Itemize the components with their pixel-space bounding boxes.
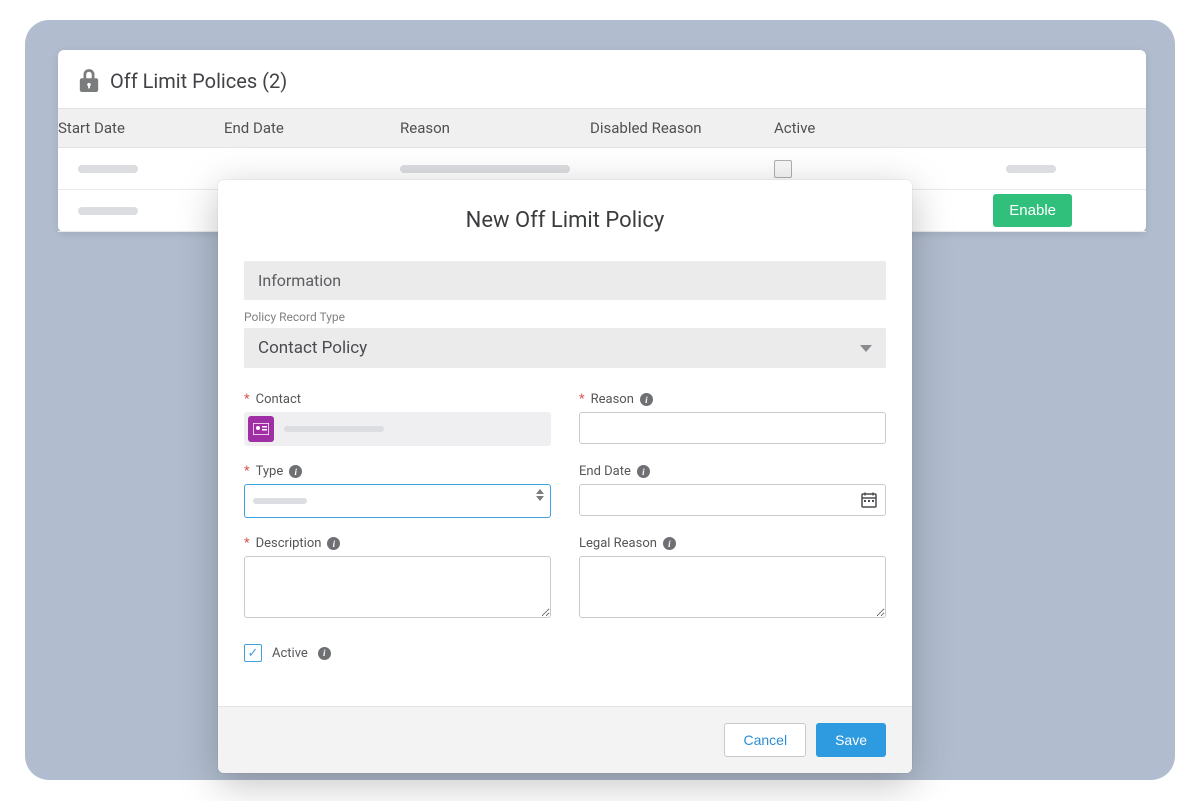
col-header-active: Active: [774, 115, 934, 141]
info-icon[interactable]: i: [318, 647, 331, 660]
record-type-label: Policy Record Type: [244, 310, 886, 324]
table-header-row: Start Date End Date Reason Disabled Reas…: [58, 108, 1146, 148]
enable-button[interactable]: Enable: [993, 194, 1072, 227]
placeholder: [284, 426, 384, 432]
placeholder: [400, 165, 570, 173]
info-icon[interactable]: i: [289, 465, 302, 478]
col-header-reason: Reason: [400, 115, 590, 141]
modal-footer: Cancel Save: [218, 706, 912, 773]
type-label: Type: [256, 464, 284, 479]
placeholder: [78, 207, 138, 215]
col-header-action: [934, 115, 1146, 141]
reason-label: Reason: [591, 392, 634, 407]
placeholder: [253, 498, 307, 504]
active-label: Active: [272, 646, 308, 661]
placeholder: [1006, 165, 1056, 173]
chevron-down-icon: [860, 345, 872, 352]
modal-title: New Off Limit Policy: [218, 180, 912, 261]
end-date-input[interactable]: [579, 484, 886, 516]
calendar-icon: [861, 492, 877, 508]
contact-lookup[interactable]: [244, 412, 551, 446]
cancel-button[interactable]: Cancel: [724, 723, 806, 757]
record-type-select[interactable]: Contact Policy: [244, 328, 886, 368]
col-header-end-date: End Date: [224, 115, 400, 141]
chevron-up-icon: [536, 489, 544, 494]
modal-body: Information Policy Record Type Contact P…: [218, 261, 912, 682]
record-type-value: Contact Policy: [258, 338, 367, 358]
info-icon[interactable]: i: [327, 537, 340, 550]
type-select[interactable]: [244, 484, 551, 518]
col-header-start-date: Start Date: [58, 115, 224, 141]
placeholder: [78, 165, 138, 173]
card-title: Off Limit Polices (2): [110, 69, 287, 93]
contact-card-icon: [248, 416, 274, 442]
active-checkbox[interactable]: ✓: [244, 644, 262, 662]
description-textarea[interactable]: [244, 556, 551, 618]
lock-icon: [78, 68, 100, 94]
reason-input[interactable]: [579, 412, 886, 444]
legal-reason-label: Legal Reason: [579, 536, 657, 551]
new-policy-modal: New Off Limit Policy Information Policy …: [218, 180, 912, 773]
contact-label: Contact: [256, 392, 301, 407]
chevron-down-icon: [536, 496, 544, 501]
end-date-label: End Date: [579, 464, 631, 479]
section-information: Information: [244, 261, 886, 300]
col-header-disabled-reason: Disabled Reason: [590, 115, 774, 141]
save-button[interactable]: Save: [816, 723, 886, 757]
active-checkbox[interactable]: [774, 160, 792, 178]
info-icon[interactable]: i: [663, 537, 676, 550]
info-icon[interactable]: i: [637, 465, 650, 478]
description-label: Description: [256, 536, 322, 551]
legal-reason-textarea[interactable]: [579, 556, 886, 618]
card-header: Off Limit Polices (2): [58, 50, 1146, 108]
info-icon[interactable]: i: [640, 393, 653, 406]
